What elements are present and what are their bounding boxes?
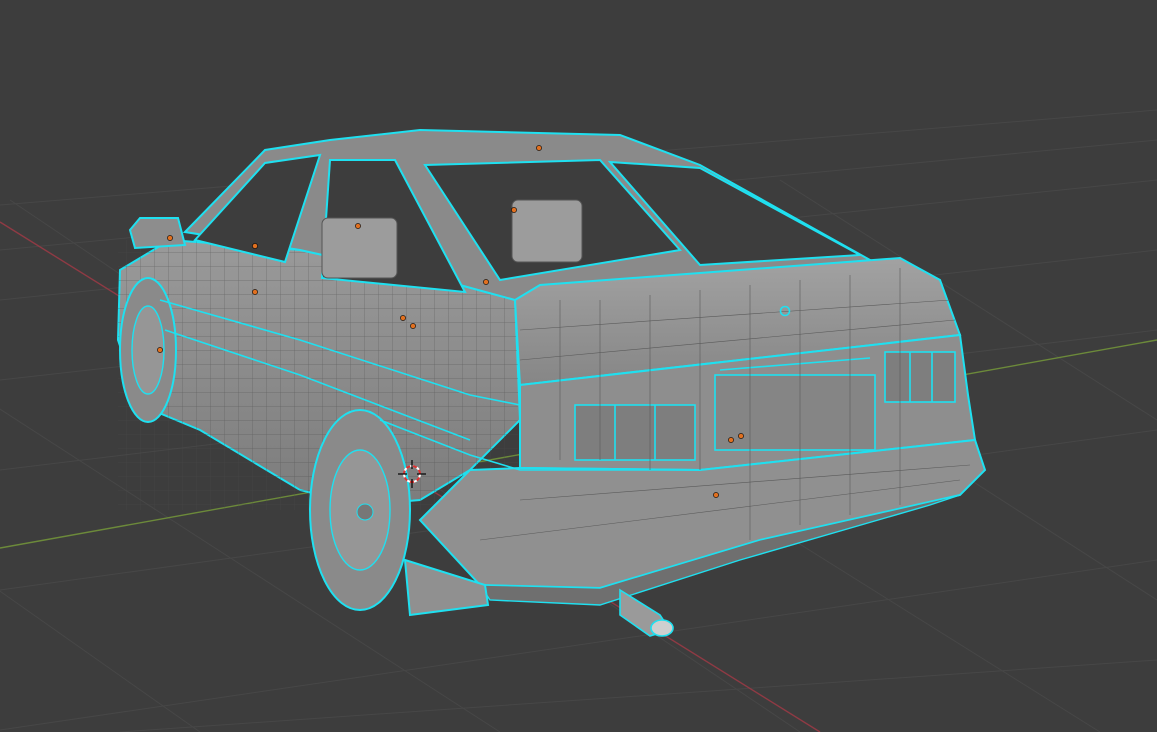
exhaust-pipe — [619, 588, 674, 637]
viewport-canvas[interactable] — [0, 0, 1157, 732]
license-plate-recess — [714, 374, 876, 451]
3d-viewport[interactable] — [0, 0, 1157, 732]
taillight-left — [574, 404, 696, 461]
taillight-right — [884, 351, 956, 403]
front-wheel — [119, 277, 177, 423]
rear-wheel — [309, 409, 411, 611]
car-mesh[interactable] — [116, 128, 987, 637]
